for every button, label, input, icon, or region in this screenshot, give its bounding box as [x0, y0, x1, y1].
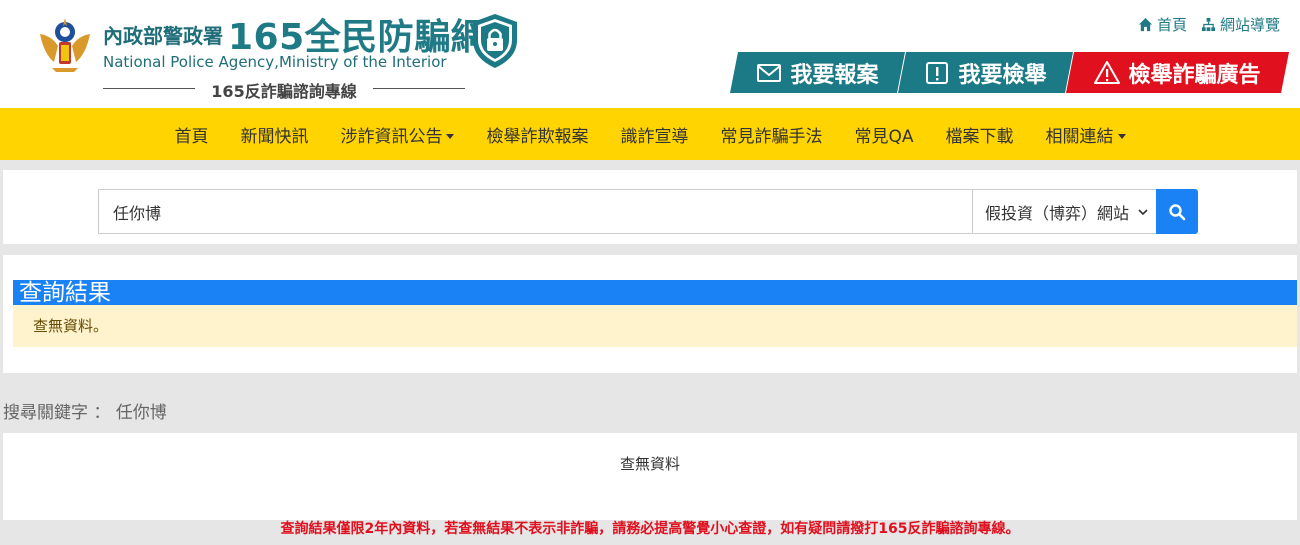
nav-label: 檔案下載: [945, 126, 1014, 147]
nav-item-common-scams[interactable]: 常見詐騙手法: [704, 122, 838, 147]
divider: [103, 88, 195, 89]
home-link-label: 首頁: [1156, 16, 1187, 34]
report-case-button[interactable]: 我要報案: [730, 52, 905, 93]
nav-item-downloads[interactable]: 檔案下載: [930, 122, 1030, 147]
nav-item-awareness[interactable]: 識詐宣導: [604, 122, 704, 147]
top-links: 首頁 網站導覽: [1138, 14, 1280, 35]
search-input[interactable]: [98, 189, 973, 234]
empty-list-text: 查無資料: [619, 455, 680, 473]
report-fraud-ad-label: 檢舉詐騙廣告: [1128, 62, 1261, 88]
report-case-label: 我要報案: [790, 62, 879, 88]
nav-item-news[interactable]: 新聞快訊: [224, 122, 324, 147]
sitemap-icon: [1201, 17, 1216, 32]
main-nav: 首頁 新聞快訊 涉詐資訊公告 檢舉詐欺報案 識詐宣導 常見詐騙手法 常見QA 檔…: [0, 108, 1300, 160]
nav-label: 新聞快訊: [240, 126, 309, 147]
result-list: 查無資料: [3, 433, 1297, 520]
nav-label: 檢舉詐欺報案: [486, 126, 589, 147]
sitemap-link-label: 網站導覽: [1219, 16, 1280, 34]
nav-label: 首頁: [174, 126, 209, 147]
caret-down-icon: [1117, 134, 1126, 139]
exclamation-box-icon: [924, 60, 950, 86]
category-selected: 假投資（博弈）網站: [985, 203, 1130, 223]
nav-item-report-fraud[interactable]: 檢舉詐欺報案: [470, 122, 604, 147]
result-heading: 查詢結果: [13, 280, 1297, 306]
nav-label: 涉詐資訊公告: [340, 126, 443, 147]
home-icon: [1138, 17, 1153, 32]
hotline-banner: 165反詐騙諮詢專線: [103, 78, 465, 101]
category-select[interactable]: 假投資（博弈）網站: [972, 189, 1157, 234]
caret-down-icon: [446, 134, 455, 139]
search-icon: [1169, 203, 1186, 220]
nav-label: 相關連結: [1045, 126, 1114, 147]
tip-off-button[interactable]: 我要檢舉: [898, 52, 1073, 93]
agency-name-en: National Police Agency,Ministry of the I…: [103, 53, 447, 71]
sitemap-link[interactable]: 網站導覽: [1201, 14, 1280, 35]
search-button[interactable]: [1156, 189, 1198, 234]
nav-item-home[interactable]: 首頁: [158, 122, 224, 147]
nav-label: 常見詐騙手法: [720, 126, 823, 147]
agency-name-zh: 內政部警政署: [103, 24, 223, 48]
home-link[interactable]: 首頁: [1138, 14, 1187, 35]
nav-item-qa[interactable]: 常見QA: [838, 122, 929, 147]
search-panel: 假投資（博弈）網站: [3, 170, 1297, 244]
nav-label: 常見QA: [854, 126, 914, 147]
chevron-down-icon: [1138, 208, 1148, 215]
warning-icon: [1094, 60, 1120, 86]
nav-item-related-links[interactable]: 相關連結: [1030, 122, 1142, 147]
police-emblem-icon: [40, 18, 90, 72]
tip-off-label: 我要檢舉: [958, 62, 1047, 88]
disclaimer-text: 查詢結果僅限2年內資料，若查無結果不表示非詐騙，請務必提高警覺小心查證，如有疑問…: [280, 521, 1020, 537]
envelope-icon: [756, 60, 782, 86]
site-header: 內政部警政署 165全民防騙網 National Police Agency,M…: [0, 0, 1300, 108]
divider: [373, 88, 465, 89]
nav-item-fraud-info[interactable]: 涉詐資訊公告: [324, 122, 470, 147]
shield-lock-icon: [473, 14, 517, 68]
search-keyword-label: 搜尋關鍵字 ： 任你博: [3, 403, 167, 423]
action-buttons: 我要報案 我要檢舉 檢舉詐騙廣告: [730, 52, 1290, 93]
nav-label: 識詐宣導: [620, 126, 689, 147]
report-fraud-ad-button[interactable]: 檢舉詐騙廣告: [1066, 52, 1289, 93]
no-result-alert: 查無資料。: [13, 305, 1297, 347]
hotline-text: 165反詐騙諮詢專線: [211, 82, 357, 101]
result-panel: 查詢結果 查無資料。: [3, 255, 1297, 373]
